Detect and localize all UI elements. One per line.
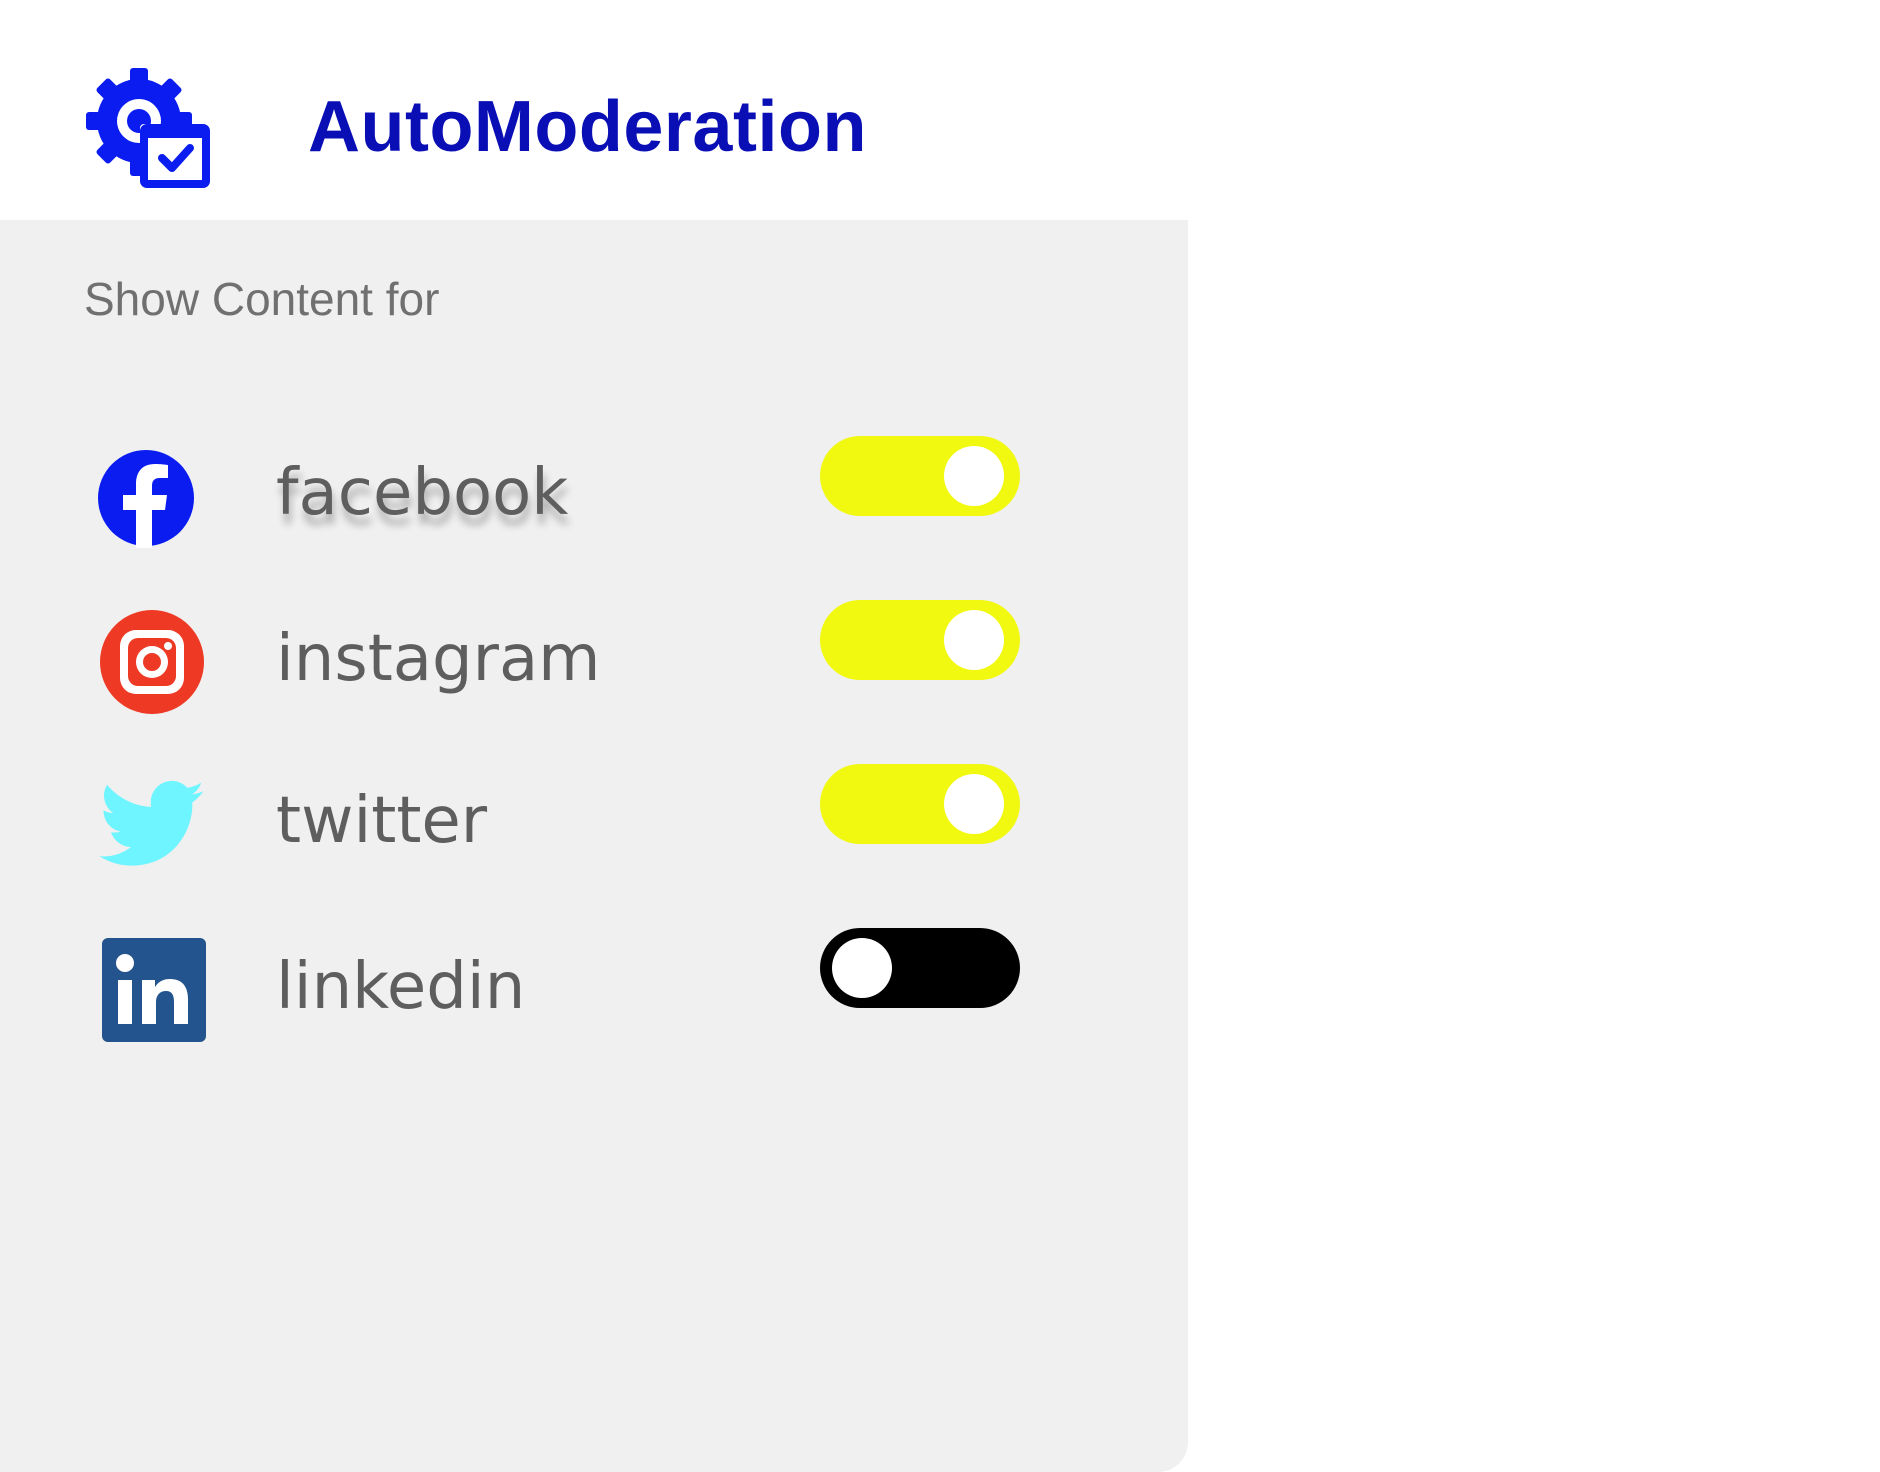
toggle-knob [944,610,1004,670]
section-label: Show Content for [84,273,440,325]
toggle-knob [832,938,892,998]
network-label: linkedin [276,950,526,1024]
toggle-knob [944,774,1004,834]
facebook-icon [98,450,194,548]
network-row-instagram: instagram [0,600,1188,730]
network-label: twitter [276,784,488,858]
network-row-linkedin: linkedin [0,928,1188,1058]
toggle-linkedin[interactable] [820,928,1020,1008]
network-label: facebook [276,456,569,530]
app-title: AutoModeration [308,87,867,167]
settings-panel: Show Content for facebook instagram twit… [0,220,1188,1472]
toggle-instagram[interactable] [820,600,1020,680]
toggle-knob [944,446,1004,506]
network-label: instagram [276,622,601,696]
gear-check-icon [86,68,210,188]
toggle-facebook[interactable] [820,436,1020,516]
linkedin-icon [102,938,206,1042]
instagram-icon [100,610,204,714]
twitter-icon [100,780,205,866]
network-row-facebook: facebook [0,436,1188,566]
toggle-twitter[interactable] [820,764,1020,844]
network-row-twitter: twitter [0,764,1188,894]
app-header: AutoModeration [0,0,1188,220]
